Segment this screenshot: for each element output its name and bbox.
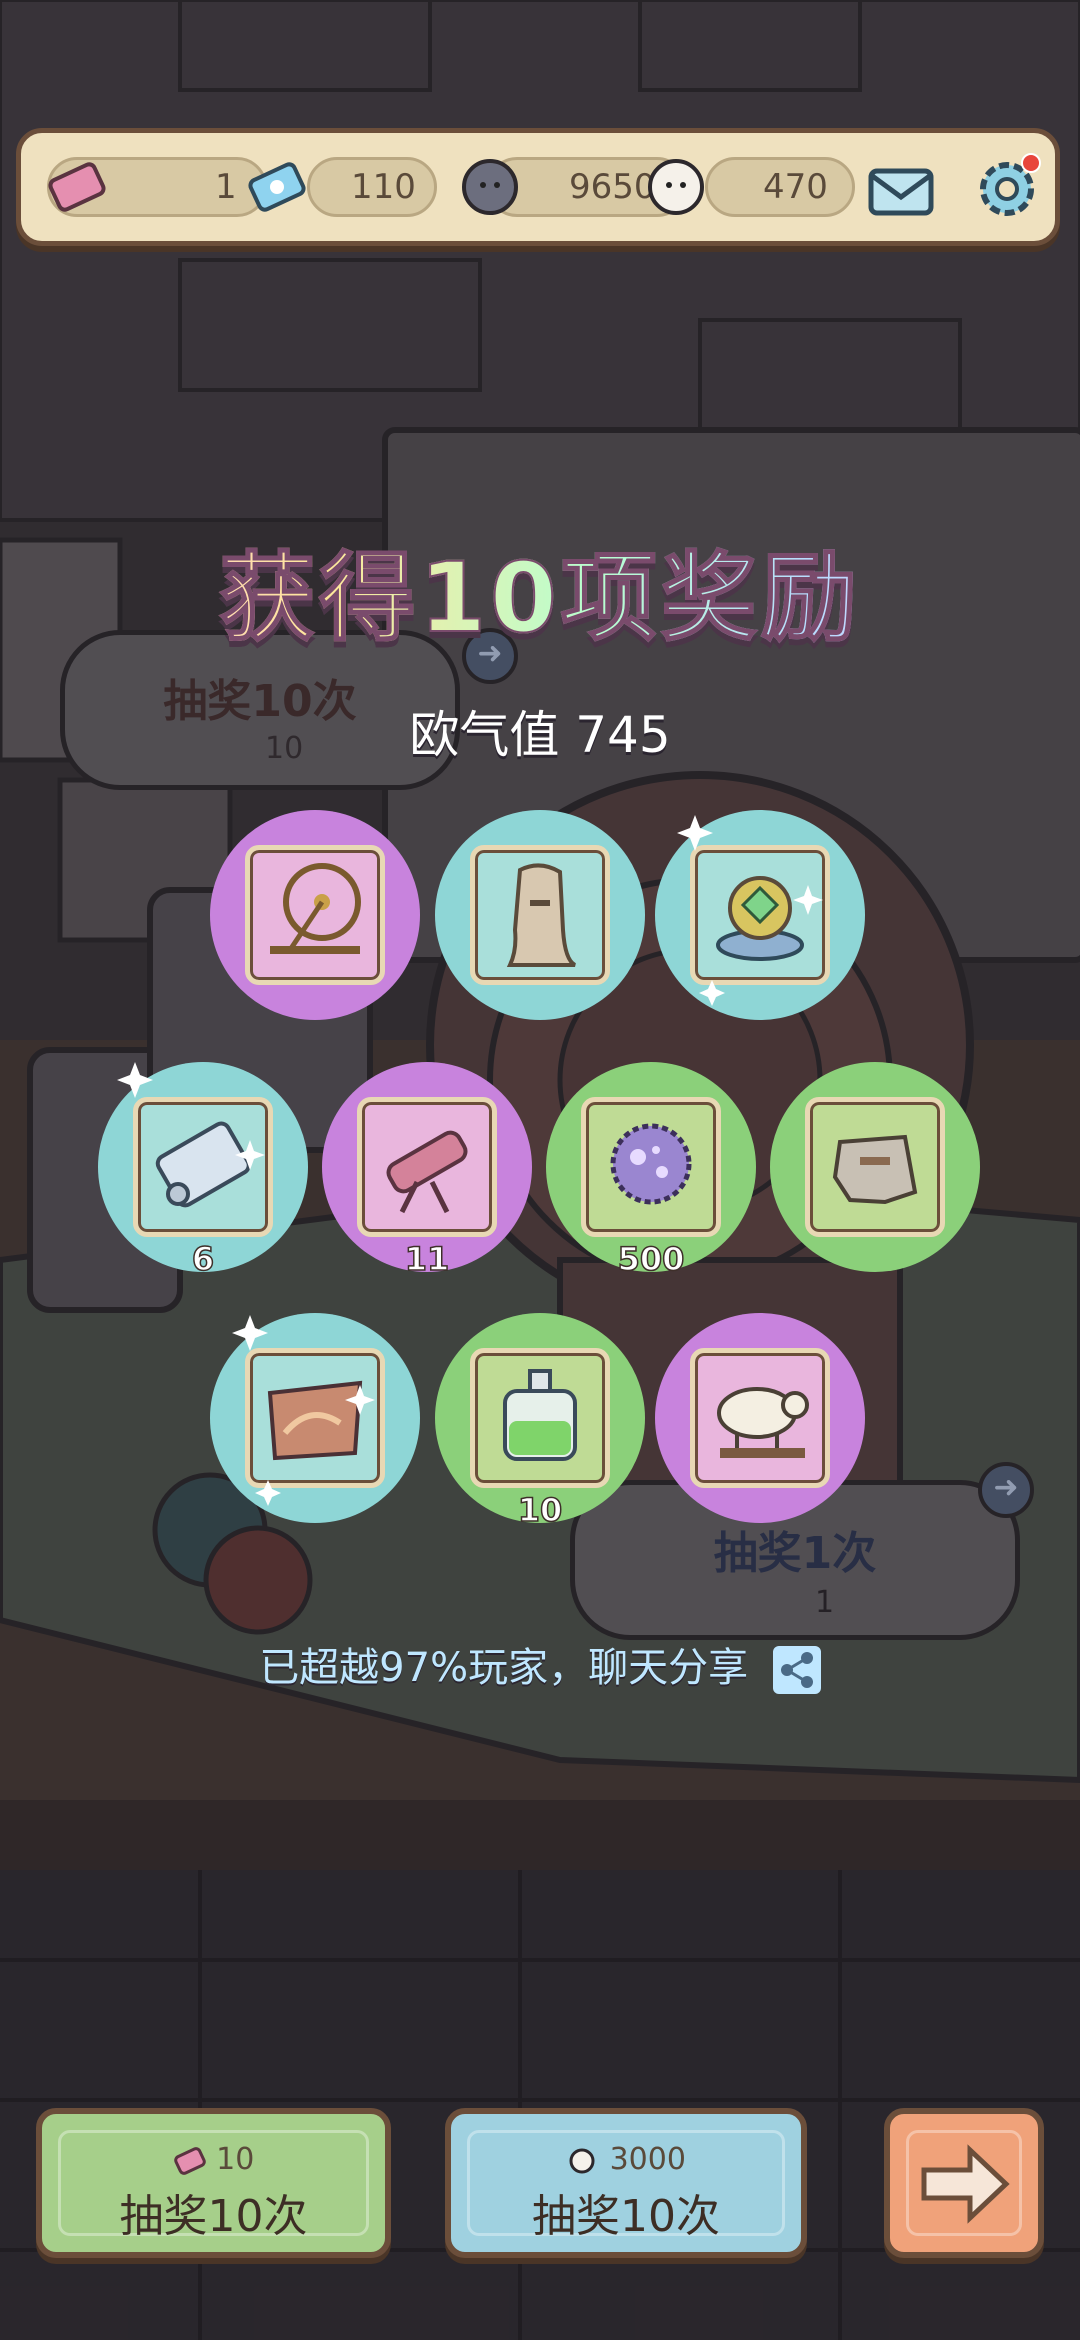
sparkle-effects — [117, 815, 823, 1506]
draw10-bubble-cost: 3000 — [451, 2142, 801, 2177]
share-row[interactable]: 已超越97%玩家，聊天分享 — [0, 1635, 1080, 1694]
draw10-ticket-cost: 10 — [42, 2142, 385, 2177]
cost-value: 3000 — [609, 2142, 686, 2177]
game-scene: 抽奖10次 10 抽奖1次 1 ➜ ➜ 1 110 9650 470 — [0, 0, 1080, 2340]
share-icon[interactable] — [772, 1646, 821, 1694]
share-text: 已超越97%玩家，聊天分享 — [259, 1645, 749, 1691]
draw10-ticket-label: 抽奖10次 — [119, 2191, 308, 2242]
ticket-icon — [173, 2146, 206, 2175]
draw10-bubble-button[interactable]: 3000 抽奖10次 — [445, 2108, 807, 2258]
next-arrow-button[interactable] — [884, 2108, 1044, 2258]
draw10-ticket-button[interactable]: 10 抽奖10次 — [36, 2108, 391, 2258]
arrow-right-icon — [921, 2144, 1010, 2224]
cost-value: 10 — [216, 2142, 255, 2177]
light-bubble-icon — [569, 2148, 595, 2173]
draw10-bubble-label: 抽奖10次 — [532, 2191, 720, 2242]
